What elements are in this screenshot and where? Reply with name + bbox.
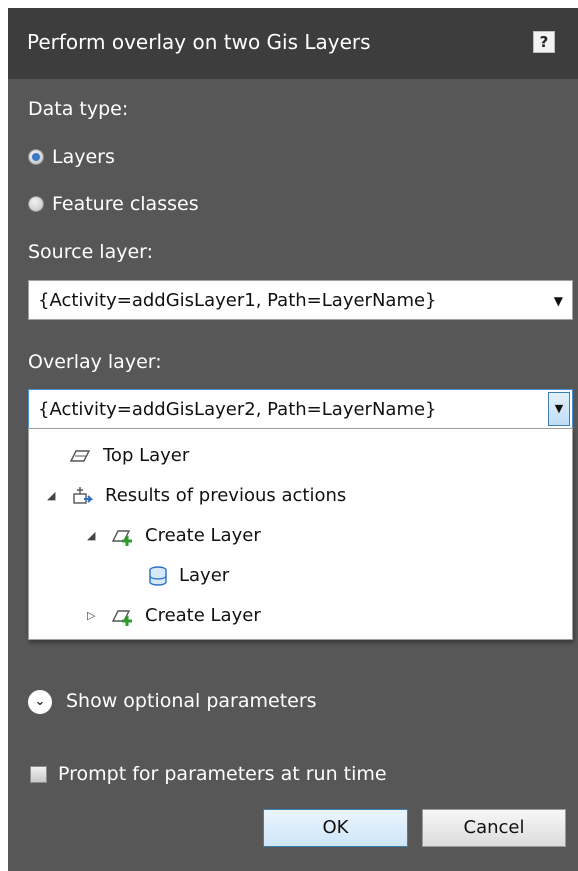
tree-item-label: Top Layer [103, 445, 190, 466]
overlay-layer-select[interactable]: {Activity=addGisLayer2, Path=LayerName} … [28, 389, 573, 429]
actions-icon [73, 487, 93, 504]
expanded-triangle-icon[interactable]: ◢ [87, 529, 95, 542]
create-layer-icon [111, 610, 132, 626]
chevron-down-circle-icon[interactable]: ⌄ [28, 690, 52, 714]
source-layer-value: {Activity=addGisLayer1, Path=LayerName} [38, 290, 437, 311]
layer-icon [69, 450, 91, 462]
data-type-label: Data type: [28, 98, 129, 120]
collapsed-triangle-icon[interactable]: ▷ [87, 609, 95, 622]
help-button[interactable]: ? [533, 31, 555, 53]
database-icon [149, 566, 167, 586]
tree-item-label: Create Layer [145, 525, 261, 546]
create-layer-icon [111, 530, 132, 546]
source-layer-label: Source layer: [28, 241, 154, 263]
ok-button[interactable]: OK [263, 809, 408, 847]
overlay-dialog: Perform overlay on two Gis Layers ? Data… [8, 8, 578, 871]
dropdown-toggle-button[interactable]: ▼ [548, 392, 570, 426]
expanded-triangle-icon[interactable]: ◢ [47, 489, 55, 502]
radio-layers-button[interactable] [28, 149, 44, 165]
overlay-layer-value: {Activity=addGisLayer2, Path=LayerName} [38, 399, 437, 420]
overlay-layer-label: Overlay layer: [28, 351, 162, 373]
tree-item-label: Create Layer [145, 605, 261, 626]
source-layer-select[interactable]: {Activity=addGisLayer1, Path=LayerName} … [28, 280, 573, 320]
show-optional-parameters-label: Show optional parameters [66, 690, 317, 712]
tree-item-label: Layer [179, 565, 230, 586]
prompt-label: Prompt for parameters at run time [58, 763, 387, 785]
radio-feature-classes-button[interactable] [28, 196, 44, 212]
cancel-button[interactable]: Cancel [422, 809, 566, 847]
prompt-checkbox[interactable] [30, 766, 47, 783]
dialog-titlebar: Perform overlay on two Gis Layers ? [8, 8, 578, 79]
chevron-down-icon[interactable]: ▼ [554, 294, 563, 308]
radio-layers-label: Layers [52, 146, 115, 168]
tree-item-label: Results of previous actions [105, 485, 347, 506]
radio-feature-classes-label: Feature classes [52, 193, 199, 215]
overlay-layer-dropdown: Top Layer ◢ Results of previous actions … [28, 428, 573, 640]
dialog-title: Perform overlay on two Gis Layers [27, 30, 371, 54]
